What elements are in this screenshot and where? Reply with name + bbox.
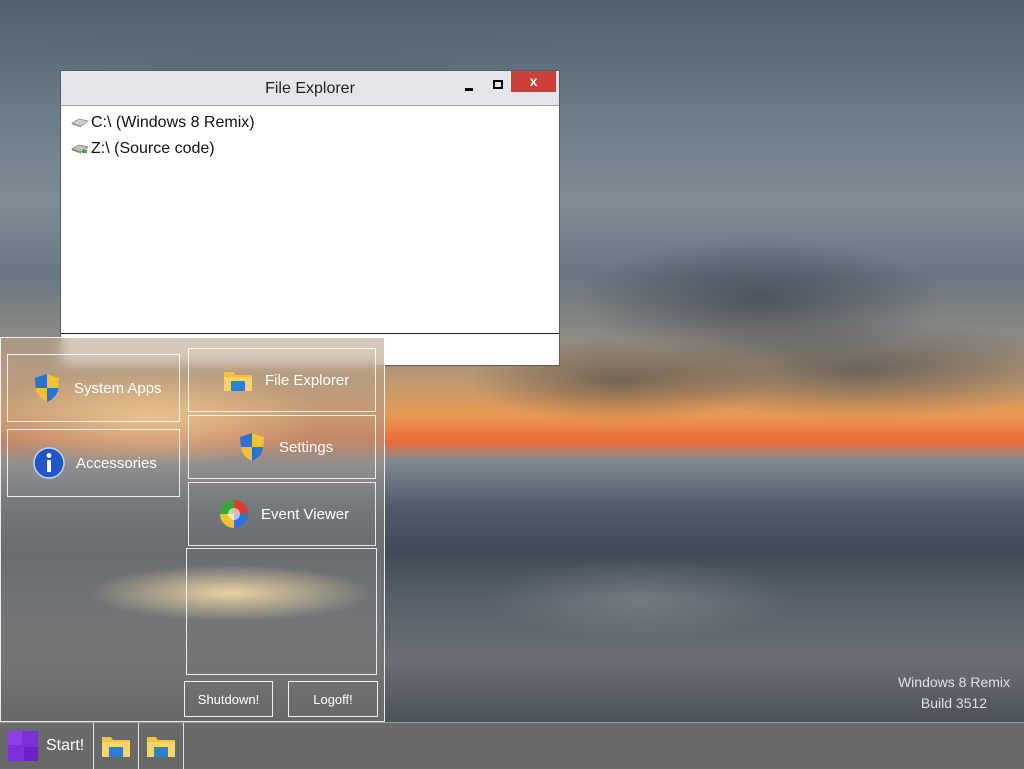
network-drive-icon bbox=[71, 144, 89, 154]
tile-settings[interactable]: Settings bbox=[188, 415, 376, 479]
window-title: File Explorer bbox=[265, 80, 355, 97]
drive-label: C:\ (Windows 8 Remix) bbox=[91, 114, 255, 131]
close-button[interactable]: x bbox=[511, 71, 556, 92]
tile-panel-empty bbox=[186, 548, 377, 675]
logoff-button[interactable]: Logoff! bbox=[288, 681, 378, 717]
shield-icon bbox=[240, 433, 264, 461]
tile-label: Accessories bbox=[76, 454, 157, 472]
tile-file-explorer[interactable]: File Explorer bbox=[188, 348, 376, 412]
window-titlebar[interactable]: File Explorer x bbox=[61, 71, 559, 106]
info-icon bbox=[33, 447, 65, 479]
tile-accessories[interactable]: Accessories bbox=[7, 429, 180, 497]
build-watermark: Windows 8 Remix Build 3512 bbox=[898, 672, 1010, 714]
tile-label: System Apps bbox=[74, 379, 162, 397]
taskbar-app-file-explorer[interactable] bbox=[139, 723, 184, 769]
folder-icon bbox=[102, 737, 130, 757]
watermark-os-name: Windows 8 Remix bbox=[897, 674, 1010, 690]
drive-item-z[interactable]: Z:\ (Source code) bbox=[71, 138, 215, 160]
start-menu: System Apps Accessories File Explorer Se… bbox=[0, 337, 385, 722]
shutdown-button[interactable]: Shutdown! bbox=[184, 681, 273, 717]
tile-system-apps[interactable]: System Apps bbox=[7, 354, 180, 422]
folder-icon bbox=[147, 737, 175, 757]
file-explorer-window: File Explorer x C:\ (Windows 8 Remix) Z:… bbox=[60, 70, 560, 366]
folder-icon bbox=[224, 372, 252, 391]
start-label: Start! bbox=[46, 737, 85, 754]
drive-label: Z:\ (Source code) bbox=[91, 140, 215, 157]
minimize-button[interactable] bbox=[462, 81, 476, 95]
drive-item-c[interactable]: C:\ (Windows 8 Remix) bbox=[71, 112, 255, 134]
shield-icon bbox=[35, 374, 59, 402]
hard-drive-icon bbox=[71, 118, 89, 128]
taskbar: Start! bbox=[0, 722, 1024, 769]
drive-list: C:\ (Windows 8 Remix) Z:\ (Source code) bbox=[61, 106, 559, 332]
tile-event-viewer[interactable]: Event Viewer bbox=[188, 482, 376, 546]
tile-label: Event Viewer bbox=[261, 505, 350, 523]
watermark-build: Build 3512 bbox=[920, 695, 988, 711]
maximize-button[interactable] bbox=[490, 78, 504, 92]
event-viewer-icon bbox=[220, 500, 248, 528]
start-button[interactable]: Start! bbox=[0, 723, 94, 769]
tile-label: Settings bbox=[279, 438, 334, 456]
tile-label: File Explorer bbox=[265, 371, 350, 389]
taskbar-app-file-explorer[interactable] bbox=[94, 723, 139, 769]
windows-logo-icon bbox=[8, 731, 38, 761]
status-divider bbox=[61, 333, 559, 334]
